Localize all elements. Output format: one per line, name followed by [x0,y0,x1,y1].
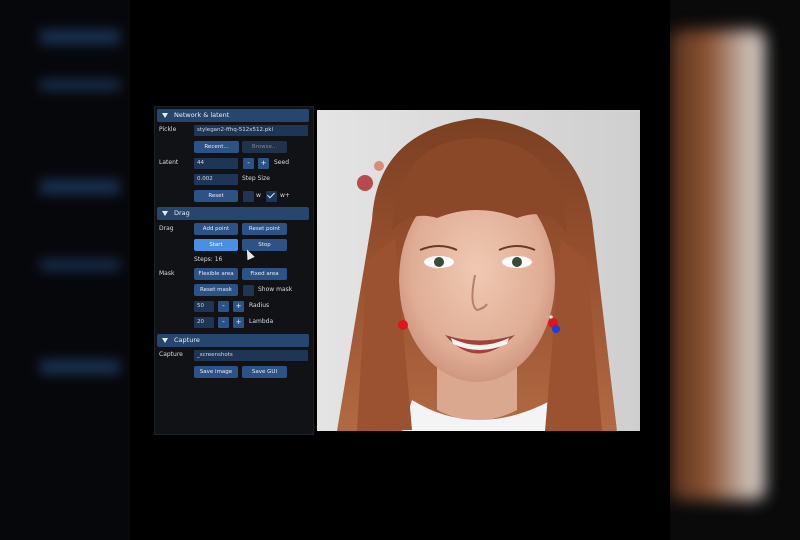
browse-button[interactable]: Browse... [242,141,287,153]
section-drag[interactable]: Drag [157,207,309,220]
w-checkbox[interactable] [243,191,254,202]
collapse-triangle-icon [162,112,168,118]
w-label: w [256,192,261,199]
lambda-decrement-button[interactable]: - [218,317,229,328]
radius-input[interactable]: 50 [194,301,214,312]
mask-label: Mask [159,270,175,277]
section-title: Capture [174,336,200,344]
radius-decrement-button[interactable]: - [218,301,229,312]
seed-input[interactable]: 44 [194,158,238,169]
capture-label: Capture [159,351,183,358]
reset-button[interactable]: Reset [194,190,238,202]
drag-label: Drag [159,225,174,232]
seed-label: Seed [274,159,289,166]
step-size-label: Step Size [242,175,270,182]
latent-label: Latent [159,159,179,166]
blurred-right-backdrop [670,0,800,540]
section-title: Drag [174,209,190,217]
section-network-latent[interactable]: Network & latent [157,109,309,122]
save-gui-button[interactable]: Save GUI [242,366,287,378]
seed-increment-button[interactable]: + [258,158,269,169]
radius-label: Radius [249,302,270,309]
fixed-area-button[interactable]: Fixed area [242,268,287,280]
lambda-label: Lambda [249,318,274,325]
pickle-input[interactable]: stylegan2-ffhq-512x512.pkl [194,125,308,136]
save-image-button[interactable]: Save image [194,366,238,378]
generated-face-canvas[interactable] [317,110,640,431]
recent-button[interactable]: Recent... [194,141,239,153]
collapse-triangle-icon [162,210,168,216]
reset-mask-button[interactable]: Reset mask [194,284,238,296]
portrait-image [317,110,640,431]
seed-decrement-button[interactable]: - [243,158,254,169]
handle-point-marker [398,320,408,330]
start-button[interactable]: Start [194,239,238,251]
step-size-input[interactable]: 0.002 [194,174,238,185]
lambda-increment-button[interactable]: + [233,317,244,328]
show-mask-label: Show mask [258,286,293,293]
target-point-marker [552,325,560,333]
steps-counter: Steps: 16 [194,256,223,263]
lambda-input[interactable]: 20 [194,317,214,328]
reset-point-button[interactable]: Reset point [242,223,287,235]
add-point-button[interactable]: Add point [194,223,238,235]
flexible-area-button[interactable]: Flexible area [194,268,238,280]
wplus-label: w+ [280,192,290,199]
blurred-left-backdrop [0,0,130,540]
wplus-checkbox[interactable] [266,191,277,202]
draggan-control-panel: Network & latent Pickle stylegan2-ffhq-5… [154,106,314,435]
show-mask-checkbox[interactable] [243,285,254,296]
radius-increment-button[interactable]: + [233,301,244,312]
section-title: Network & latent [174,111,230,119]
section-capture[interactable]: Capture [157,334,309,347]
capture-path-input[interactable]: _screenshots [194,350,308,361]
collapse-triangle-icon [162,337,168,343]
pickle-label: Pickle [159,126,177,133]
